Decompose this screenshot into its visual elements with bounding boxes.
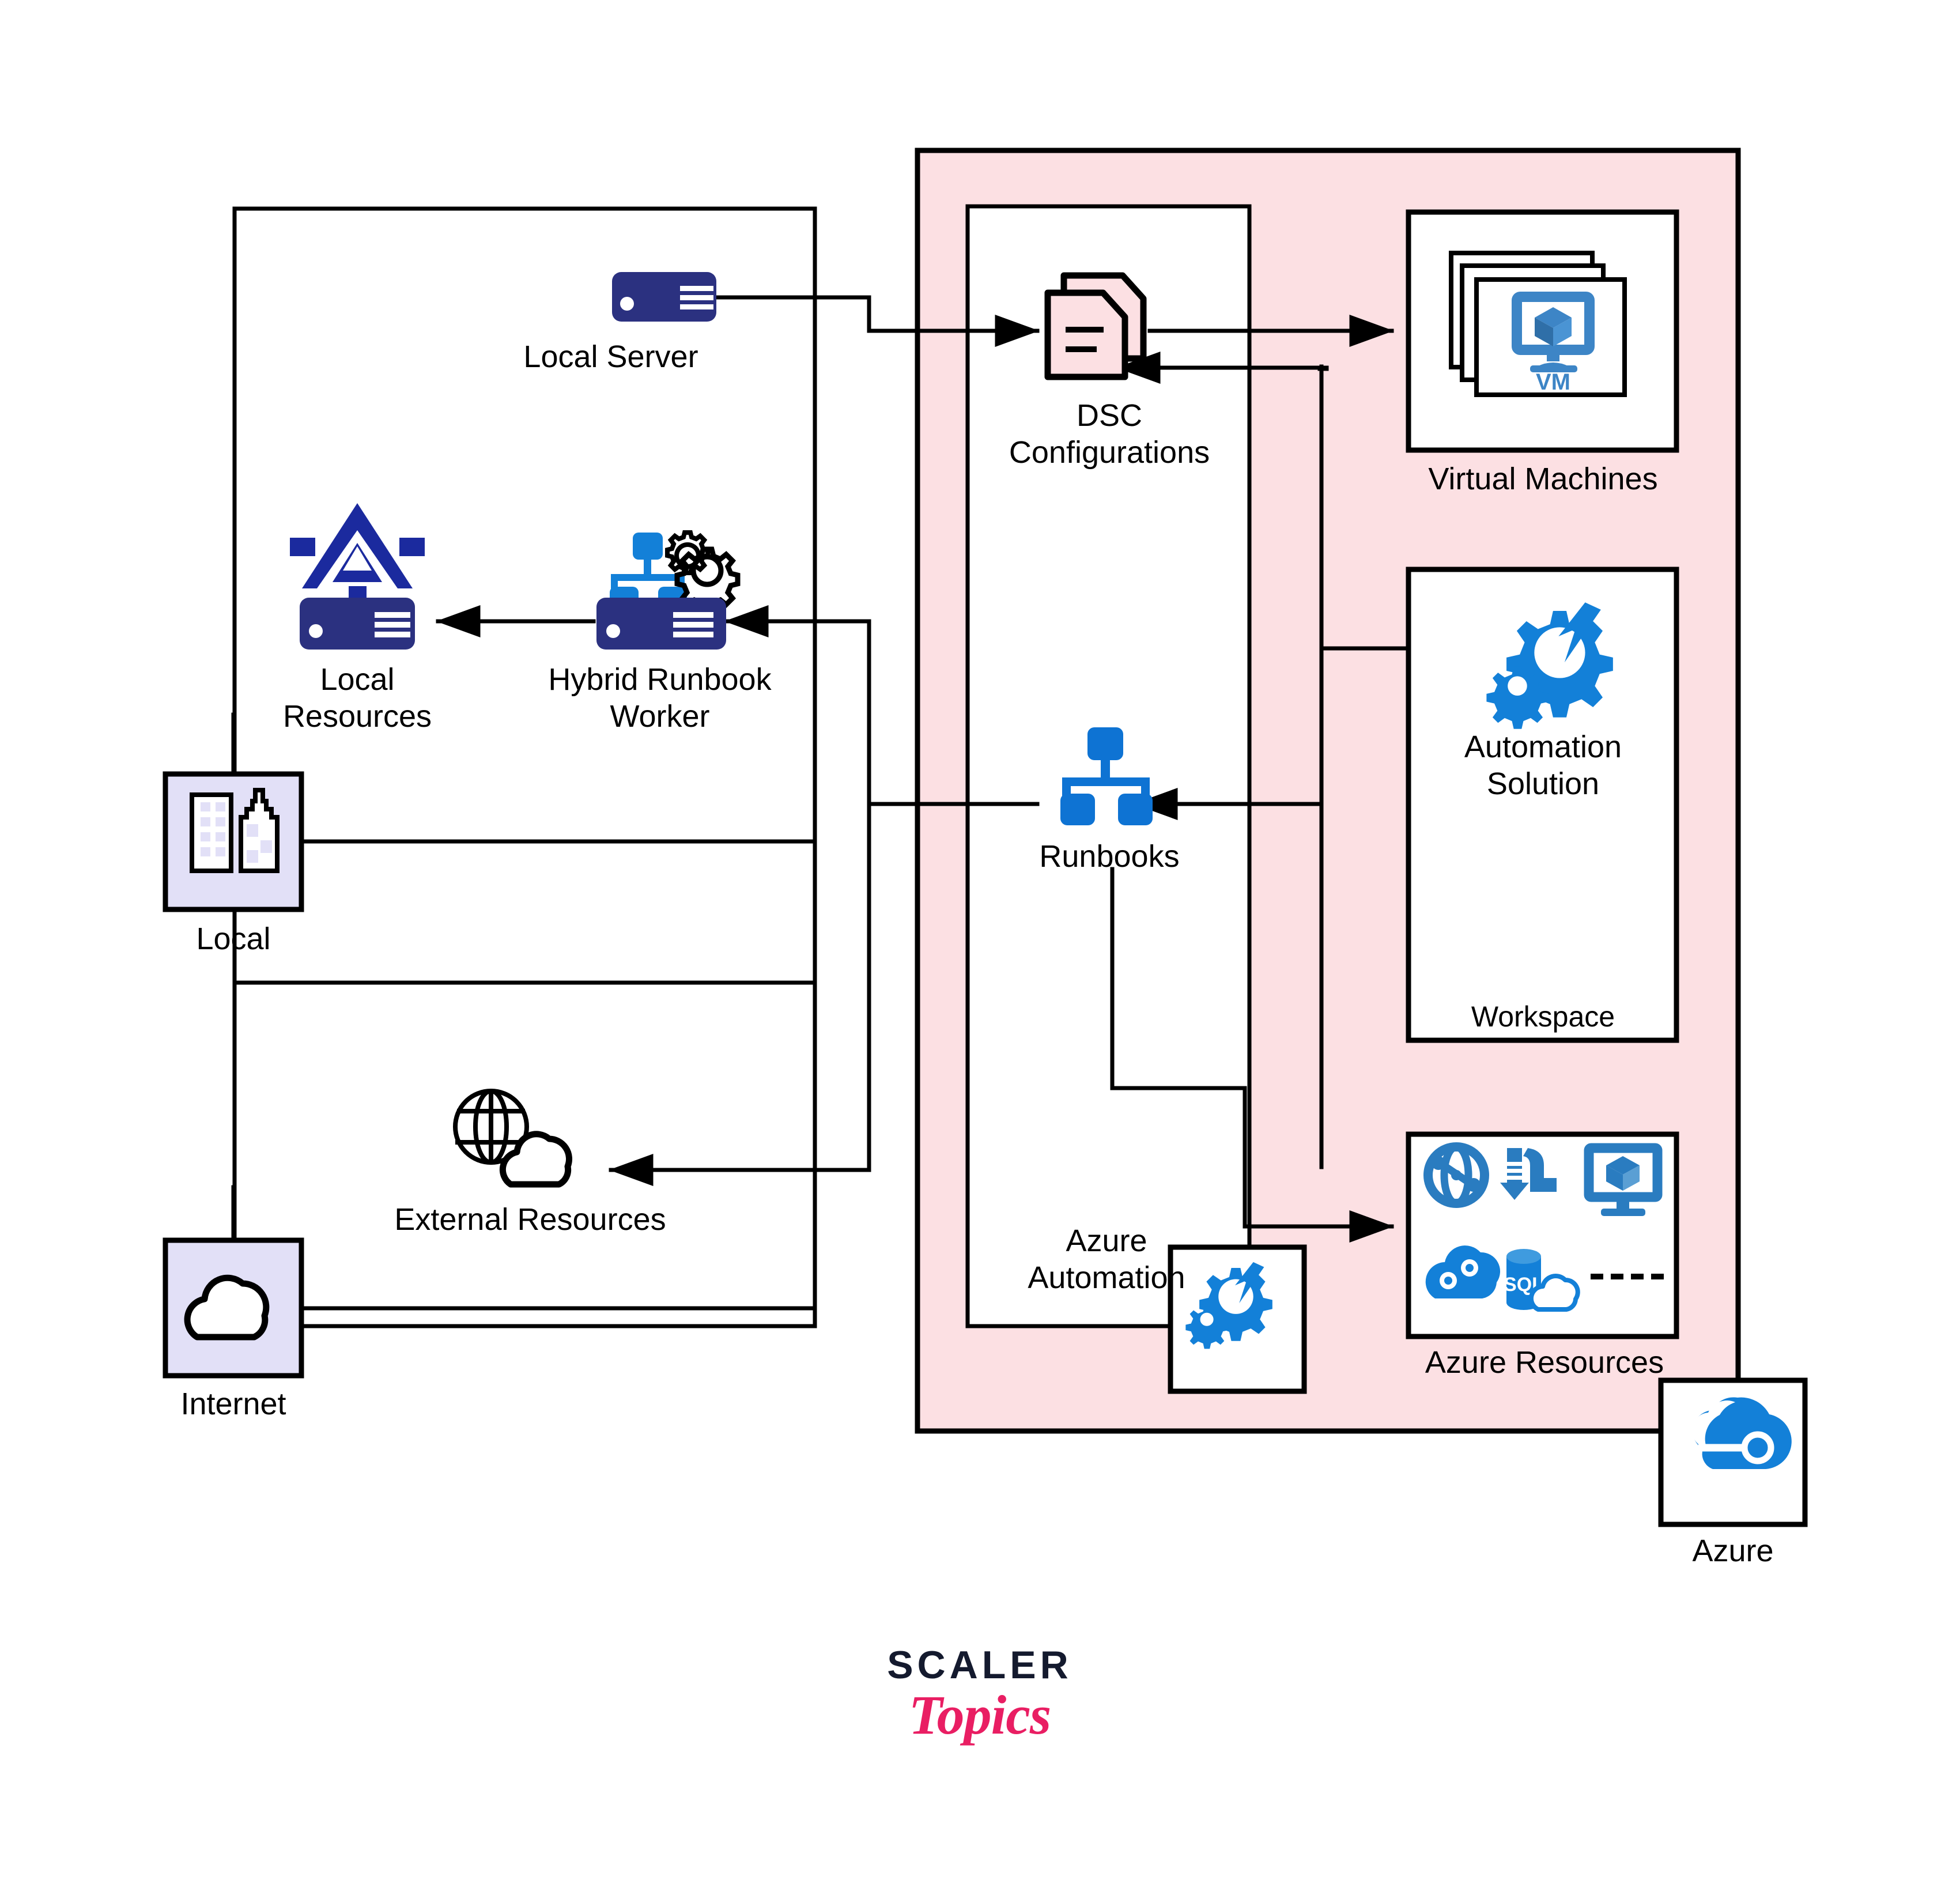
hybrid-runbook-worker-icon — [596, 530, 741, 650]
server-icon — [612, 272, 716, 322]
brand-scaler-text: SCALER — [887, 1643, 1072, 1687]
diagram-canvas: VM SQL Local Server Local Resources Hybr… — [0, 0, 1960, 1899]
local-resources-icon — [290, 503, 425, 650]
brand-topics-text: Topics — [908, 1684, 1051, 1746]
architecture-diagram: VM SQL — [163, 148, 1808, 1527]
vm-stack-icon: VM — [1449, 251, 1627, 397]
scaler-topics-logo: SCALER Topics — [847, 1643, 1112, 1747]
svg-text:VM: VM — [1536, 369, 1570, 395]
